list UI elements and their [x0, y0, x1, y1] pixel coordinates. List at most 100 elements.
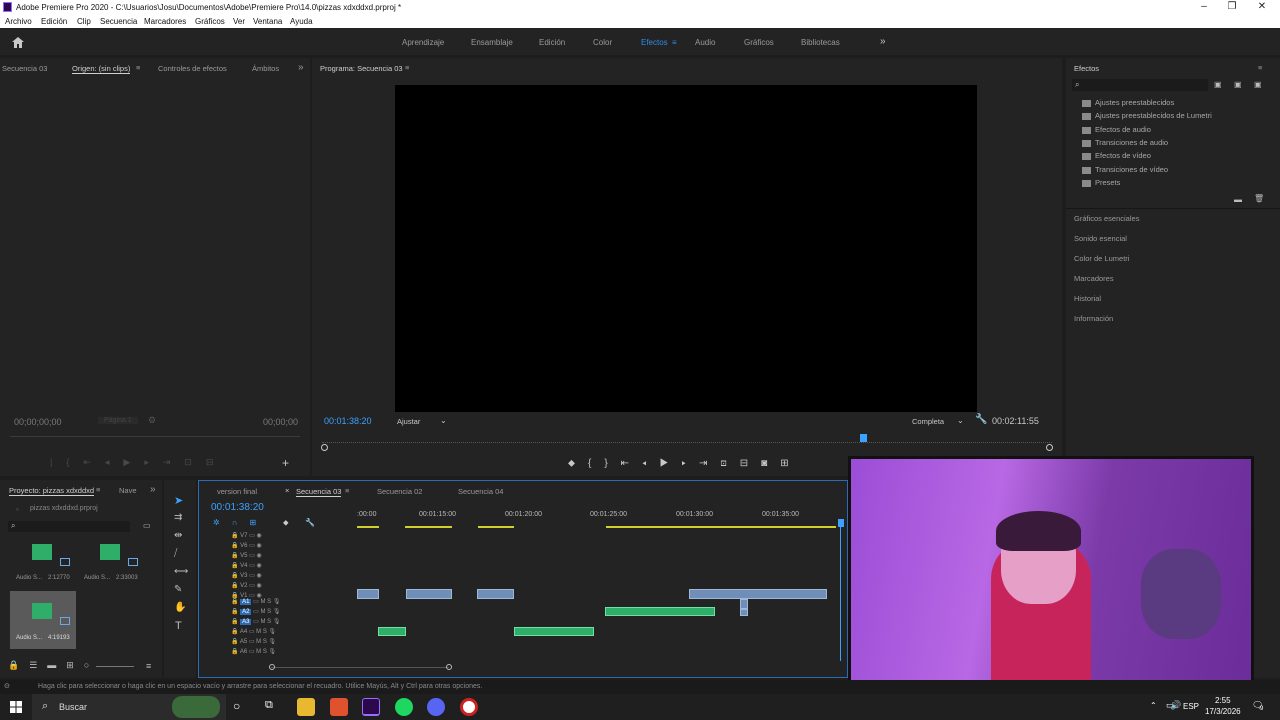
- video-clip[interactable]: [357, 589, 379, 599]
- audio-clip[interactable]: [605, 607, 715, 616]
- program-monitor-video[interactable]: [395, 85, 977, 412]
- clip-thumbnail[interactable]: Audio S... 2:33003: [80, 540, 144, 581]
- track-header-v4[interactable]: 🔒 V4 ▭ ◉: [231, 561, 311, 571]
- video-clip[interactable]: [477, 589, 514, 599]
- tab-navegador[interactable]: Nave: [119, 486, 137, 495]
- effects-menu-icon[interactable]: ≡: [1258, 63, 1262, 72]
- effects-folder[interactable]: Efectos de vídeo: [1072, 151, 1151, 163]
- ripple-edit-tool-icon[interactable]: ⇹: [174, 530, 182, 541]
- video-track-headers[interactable]: 🔒 V7 ▭ ◉ 🔒 V6 ▭ ◉ 🔒 V5 ▭ ◉ 🔒 V4 ▭ ◉ 🔒 V3…: [231, 531, 311, 601]
- premiere-pro-icon[interactable]: [362, 698, 380, 716]
- program-timecode[interactable]: 00:01:38:20: [324, 416, 372, 426]
- clip-thumbnail[interactable]: Audio S... 2:12770: [12, 540, 76, 581]
- fit-select[interactable]: Ajustar: [397, 417, 420, 426]
- audio-clip[interactable]: [740, 599, 748, 609]
- add-button-icon[interactable]: +: [282, 456, 289, 470]
- speaker-icon[interactable]: 🔊: [1170, 700, 1181, 711]
- taskbar-search-input[interactable]: ⌕ Buscar: [32, 694, 226, 720]
- wrench-icon[interactable]: 🔧: [975, 414, 987, 425]
- tab-version-final[interactable]: version final: [217, 487, 257, 496]
- effects-folder[interactable]: Ajustes preestablecidos: [1072, 98, 1174, 110]
- menu-archivo[interactable]: Archivo: [5, 17, 32, 26]
- menu-ayuda[interactable]: Ayuda: [290, 17, 313, 26]
- tab-secuencia-03[interactable]: Secuencia 03: [296, 487, 342, 497]
- workspace-audio[interactable]: Audio: [695, 38, 715, 47]
- zoom-handle-left[interactable]: [269, 664, 275, 670]
- new-folder-icon[interactable]: ▬: [1234, 195, 1242, 204]
- video-clip[interactable]: [689, 589, 827, 599]
- workspace-efectos[interactable]: Efectos: [641, 38, 668, 47]
- yuv-icon[interactable]: ▣: [1254, 80, 1262, 89]
- menu-icon[interactable]: ≡: [146, 661, 151, 671]
- tab-ambitos[interactable]: Ámbitos: [252, 64, 279, 73]
- timeline-zoom-scrollbar[interactable]: [271, 667, 449, 668]
- track-header-v5[interactable]: 🔒 V5 ▭ ◉: [231, 551, 311, 561]
- effects-title[interactable]: Efectos: [1074, 64, 1099, 73]
- section-sonido-esencial[interactable]: Sonido esencial: [1074, 234, 1127, 243]
- wrench-icon[interactable]: 🔧: [305, 518, 315, 527]
- minimize-button[interactable]: –: [1198, 1, 1210, 13]
- zoom-slider[interactable]: [96, 666, 134, 667]
- close-button[interactable]: ✕: [1256, 1, 1268, 13]
- workspace-aprendizaje[interactable]: Aprendizaje: [402, 38, 444, 47]
- video-clip[interactable]: [406, 589, 452, 599]
- chevron-up-icon[interactable]: ⌃: [1150, 701, 1157, 710]
- windows-start-icon[interactable]: [10, 701, 22, 713]
- track-header-a3[interactable]: 🔒 A3 ▭ M S 🎙: [231, 617, 331, 627]
- clock-time[interactable]: 2:55: [1215, 696, 1231, 705]
- pen-tool-icon[interactable]: ✎: [174, 584, 182, 595]
- tab-controles-efectos[interactable]: Controles de efectos: [158, 64, 227, 73]
- delete-icon[interactable]: 🗑: [1254, 194, 1264, 203]
- tab-proyecto[interactable]: Proyecto: pizzas xdxddxd: [9, 486, 95, 496]
- cortana-icon[interactable]: ○: [233, 699, 240, 713]
- effects-folder[interactable]: Ajustes preestablecidos de Lumetri: [1072, 111, 1212, 123]
- timeline-timecode[interactable]: 00:01:38:20: [211, 502, 264, 513]
- workspace-more-button[interactable]: »: [880, 36, 886, 47]
- track-header-a5[interactable]: 🔒 A5 ▭ M S 🎙: [231, 637, 331, 647]
- home-icon[interactable]: [12, 37, 24, 48]
- hand-tool-icon[interactable]: ✋: [174, 602, 186, 613]
- effects-folder[interactable]: Transiciones de vídeo: [1072, 165, 1168, 177]
- project-more-button[interactable]: »: [150, 484, 156, 495]
- 32-icon[interactable]: ▣: [1234, 80, 1242, 89]
- workspace-color[interactable]: Color: [593, 38, 612, 47]
- source-scrubber[interactable]: [10, 436, 300, 437]
- maximize-button[interactable]: ❐: [1226, 1, 1238, 13]
- close-icon[interactable]: ×: [285, 486, 289, 495]
- audio-clip[interactable]: [378, 627, 406, 636]
- section-graficos-esenciales[interactable]: Gráficos esenciales: [1074, 214, 1139, 223]
- playhead-line[interactable]: [840, 527, 841, 661]
- effects-folder[interactable]: Presets: [1072, 178, 1120, 190]
- panel-menu-icon[interactable]: ≡: [136, 63, 140, 72]
- workspace-bibliotecas[interactable]: Bibliotecas: [801, 38, 840, 47]
- new-bin-icon[interactable]: ▣: [1214, 80, 1222, 89]
- project-menu-icon[interactable]: ≡: [96, 485, 100, 494]
- section-informacion[interactable]: Información: [1074, 314, 1113, 323]
- type-tool-icon[interactable]: T: [175, 620, 182, 632]
- playhead-icon[interactable]: [860, 434, 867, 442]
- discord-icon[interactable]: [427, 698, 445, 716]
- effects-folder[interactable]: Transiciones de audio: [1072, 138, 1168, 150]
- track-header-v7[interactable]: 🔒 V7 ▭ ◉: [231, 531, 311, 541]
- program-title[interactable]: Programa: Secuencia 03: [320, 64, 403, 73]
- track-header-a2[interactable]: 🔒 A2 ▭ M S 🎙: [231, 607, 331, 617]
- project-search-input[interactable]: ⌕: [8, 521, 130, 532]
- track-header-v2[interactable]: 🔒 V2 ▭ ◉: [231, 581, 311, 591]
- track-header-v3[interactable]: 🔒 V3 ▭ ◉: [231, 571, 311, 581]
- track-header-a4[interactable]: 🔒 A4 ▭ M S 🎙: [231, 627, 331, 637]
- track-header-a6[interactable]: 🔒 A6 ▭ M S 🎙: [231, 647, 331, 657]
- section-historial[interactable]: Historial: [1074, 294, 1101, 303]
- playhead-icon[interactable]: [838, 519, 844, 527]
- program-menu-icon[interactable]: ≡: [405, 63, 409, 72]
- weather-widget-icon[interactable]: [172, 696, 220, 718]
- language-indicator[interactable]: ESP: [1183, 702, 1199, 711]
- audio-track-headers[interactable]: 🔒 A1 ▭ M S 🎙 🔒 A2 ▭ M S 🎙 🔒 A3 ▭ M S 🎙 🔒…: [231, 597, 331, 657]
- zoom-handle-right[interactable]: [1046, 444, 1053, 451]
- quality-select[interactable]: Completa: [912, 417, 944, 426]
- tab-secuencia-04[interactable]: Secuencia 04: [458, 487, 503, 496]
- audio-clip[interactable]: [514, 627, 594, 636]
- obs-icon[interactable]: [460, 698, 478, 716]
- spotify-icon[interactable]: [395, 698, 413, 716]
- zoom-handle-left[interactable]: [321, 444, 328, 451]
- menu-clip[interactable]: Clip: [77, 17, 91, 26]
